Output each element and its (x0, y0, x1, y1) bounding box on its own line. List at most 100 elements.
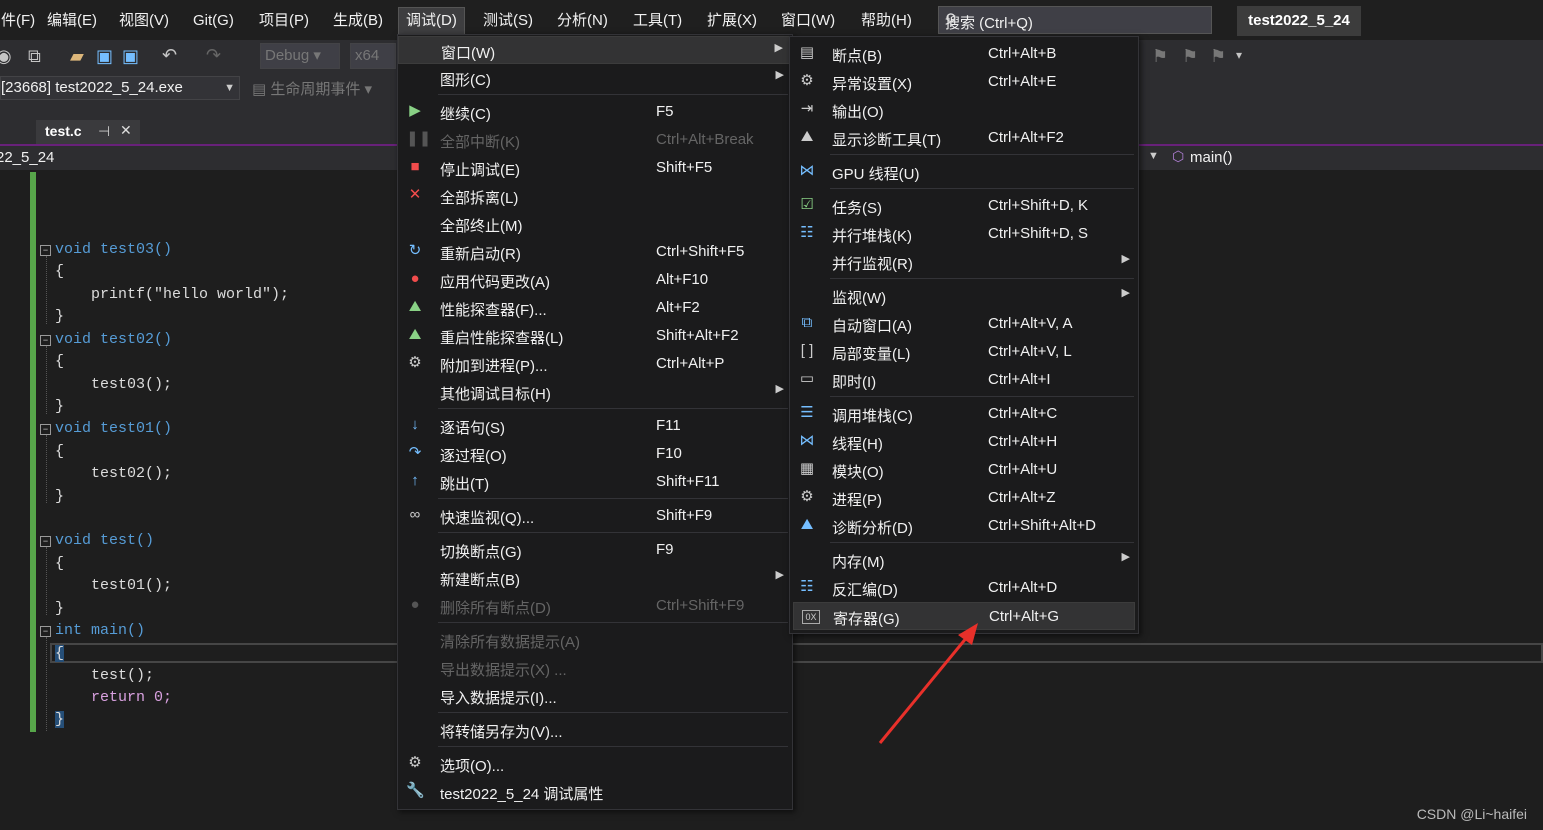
menu-item-restart[interactable]: ↻ 重新启动(R) Ctrl+Shift+F5 (398, 238, 792, 266)
menu-item-quick-watch[interactable]: ∞ 快速监视(Q)... Shift+F9 (398, 502, 792, 530)
menu-item-performance-profiler[interactable]: ⛰ 性能探查器(F)... Alt+F2 (398, 294, 792, 322)
code-line[interactable]: void test() (55, 532, 154, 549)
submenu-item-locals[interactable]: [ ] 局部变量(L) Ctrl+Alt+V, L (790, 338, 1138, 366)
menu-window[interactable]: 窗口(W) (774, 8, 842, 34)
code-line[interactable]: } (55, 398, 64, 415)
fold-toggle[interactable]: − (40, 245, 51, 256)
open-folder-icon[interactable]: ▰ (70, 46, 84, 67)
code-line[interactable]: int main() (55, 622, 145, 639)
code-line[interactable]: test02(); (91, 465, 172, 482)
menu-help[interactable]: 帮助(H) (854, 8, 919, 34)
save-icon[interactable]: ▣ (96, 46, 113, 67)
menu-item-other-debug-targets[interactable]: 其他调试目标(H) ▶ (398, 378, 792, 406)
code-line[interactable]: { (55, 263, 64, 280)
submenu-item-watch[interactable]: 监视(W) ▶ (790, 282, 1138, 310)
nav-back-icon[interactable]: ◉ (0, 46, 12, 67)
fold-toggle[interactable]: − (40, 335, 51, 346)
bookmark-prev-icon[interactable]: ⚑ (1182, 46, 1198, 67)
menu-item-toggle-breakpoint[interactable]: 切换断点(G) F9 (398, 536, 792, 564)
code-line[interactable]: printf("hello world"); (91, 286, 289, 303)
save-all-icon[interactable]: ▣ (122, 46, 139, 67)
toolbar-overflow-icon[interactable]: ▾ (1236, 48, 1242, 62)
submenu-item-memory[interactable]: 内存(M) ▶ (790, 546, 1138, 574)
submenu-item-diagnostic-tools[interactable]: ⛰ 显示诊断工具(T) Ctrl+Alt+F2 (790, 124, 1138, 152)
menu-item-window[interactable]: 窗口(W) ▶ (398, 36, 792, 64)
platform-dropdown[interactable]: x64 (350, 43, 396, 69)
submenu-item-parallel-stacks[interactable]: ☷ 并行堆栈(K) Ctrl+Shift+D, S (790, 220, 1138, 248)
menu-item-attach-to-process[interactable]: ⚙ 附加到进程(P)... Ctrl+Alt+P (398, 350, 792, 378)
undo-icon[interactable]: ↶ (162, 45, 177, 66)
code-line[interactable]: test(); (91, 667, 154, 684)
menu-project[interactable]: 项目(P) (252, 8, 316, 34)
submenu-item-processes[interactable]: ⚙ 进程(P) Ctrl+Alt+Z (790, 484, 1138, 512)
search-box[interactable]: 搜索 (Ctrl+Q) ⚲ (938, 6, 1212, 34)
code-line[interactable]: test01(); (91, 577, 172, 594)
code-line[interactable]: { (55, 443, 64, 460)
submenu-item-exception-settings[interactable]: ⚙ 异常设置(X) Ctrl+Alt+E (790, 68, 1138, 96)
nav-project-label[interactable]: 22_5_24 (0, 149, 54, 166)
menu-item-debug-properties[interactable]: 🔧 test2022_5_24 调试属性 (398, 778, 792, 806)
menu-item-step-over[interactable]: ↷ 逐过程(O) F10 (398, 440, 792, 468)
lifecycle-events[interactable]: ▤ 生命周期事件 ▾ (252, 78, 372, 99)
bookmark-next-icon[interactable]: ⚑ (1210, 46, 1226, 67)
code-line[interactable]: } (55, 488, 64, 505)
code-line[interactable]: { (55, 353, 64, 370)
menu-item-graphics[interactable]: 图形(C) ▶ (398, 64, 792, 92)
code-line[interactable]: void test02() (55, 331, 172, 348)
close-icon[interactable]: ✕ (120, 122, 132, 139)
menu-file[interactable]: 件(F) (0, 8, 42, 34)
code-line[interactable]: } (55, 308, 64, 325)
menu-item-new-breakpoint[interactable]: 新建断点(B) ▶ (398, 564, 792, 592)
code-line[interactable]: return 0; (91, 689, 172, 706)
nav-function-label[interactable]: main() (1190, 149, 1233, 166)
code-line[interactable]: { (55, 555, 64, 572)
menu-item-import-datatips[interactable]: 导入数据提示(I)... (398, 682, 792, 710)
menu-item-restart-profiler[interactable]: ⛰ 重启性能探查器(L) Shift+Alt+F2 (398, 322, 792, 350)
pin-icon[interactable]: ⊣ (98, 123, 110, 140)
menu-build[interactable]: 生成(B) (326, 8, 390, 34)
submenu-item-modules[interactable]: ▦ 模块(O) Ctrl+Alt+U (790, 456, 1138, 484)
submenu-item-tasks[interactable]: ☑ 任务(S) Ctrl+Shift+D, K (790, 192, 1138, 220)
menu-git[interactable]: Git(G) (186, 8, 241, 34)
menu-item-terminate-all[interactable]: 全部终止(M) (398, 210, 792, 238)
submenu-item-output[interactable]: ⇥ 输出(O) (790, 96, 1138, 124)
menu-item-step-out[interactable]: ↑ 跳出(T) Shift+F11 (398, 468, 792, 496)
code-line[interactable]: void test03() (55, 241, 172, 258)
menu-item-export-datatips[interactable]: 导出数据提示(X) ... (398, 654, 792, 682)
menu-view[interactable]: 视图(V) (112, 8, 176, 34)
submenu-item-diagnostic-analysis[interactable]: ⛰ 诊断分析(D) Ctrl+Shift+Alt+D (790, 512, 1138, 540)
menu-tools[interactable]: 工具(T) (626, 8, 689, 34)
menu-item-break-all[interactable]: ❚❚ 全部中断(K) Ctrl+Alt+Break (398, 126, 792, 154)
fold-toggle[interactable]: − (40, 626, 51, 637)
submenu-item-autos[interactable]: ⧉ 自动窗口(A) Ctrl+Alt+V, A (790, 310, 1138, 338)
menu-edit[interactable]: 编辑(E) (40, 8, 104, 34)
process-dropdown[interactable]: [23668] test2022_5_24.exe ▼ (0, 76, 240, 100)
menu-analyze[interactable]: 分析(N) (550, 8, 615, 34)
submenu-item-threads[interactable]: ⋈ 线程(H) Ctrl+Alt+H (790, 428, 1138, 456)
fold-toggle[interactable]: − (40, 536, 51, 547)
new-item-icon[interactable]: ⧉ (28, 46, 41, 67)
config-dropdown[interactable]: Debug ▾ (260, 43, 340, 69)
code-line[interactable]: { (55, 645, 65, 662)
chevron-down-icon[interactable]: ▼ (1148, 150, 1159, 162)
menu-item-stop-debugging[interactable]: ■ 停止调试(E) Shift+F5 (398, 154, 792, 182)
submenu-item-parallel-watch[interactable]: 并行监视(R) ▶ (790, 248, 1138, 276)
code-line[interactable]: void test01() (55, 420, 172, 437)
bookmark-icon[interactable]: ⚑ (1152, 46, 1168, 67)
tab-test-c[interactable]: test.c ⊣ ✕ (36, 120, 140, 144)
code-line[interactable]: } (55, 711, 65, 728)
submenu-item-breakpoints[interactable]: ▤ 断点(B) Ctrl+Alt+B (790, 40, 1138, 68)
submenu-item-disassembly[interactable]: ☷ 反汇编(D) Ctrl+Alt+D (790, 574, 1138, 602)
submenu-item-gpu-threads[interactable]: ⋈ GPU 线程(U) (790, 158, 1138, 186)
menu-test[interactable]: 测试(S) (476, 8, 540, 34)
menu-item-save-dump[interactable]: 将转储另存为(V)... (398, 716, 792, 744)
menu-item-clear-datatips[interactable]: 清除所有数据提示(A) (398, 626, 792, 654)
menu-item-options[interactable]: ⚙ 选项(O)... (398, 750, 792, 778)
menu-debug[interactable]: 调试(D) (398, 7, 465, 35)
menu-item-delete-all-breakpoints[interactable]: ● 删除所有断点(D) Ctrl+Shift+F9 (398, 592, 792, 620)
code-line[interactable]: test03(); (91, 376, 172, 393)
menu-item-detach-all[interactable]: ✕ 全部拆离(L) (398, 182, 792, 210)
submenu-item-immediate[interactable]: ▭ 即时(I) Ctrl+Alt+I (790, 366, 1138, 394)
menu-item-step-into[interactable]: ↓ 逐语句(S) F11 (398, 412, 792, 440)
redo-icon[interactable]: ↷ (206, 45, 221, 66)
